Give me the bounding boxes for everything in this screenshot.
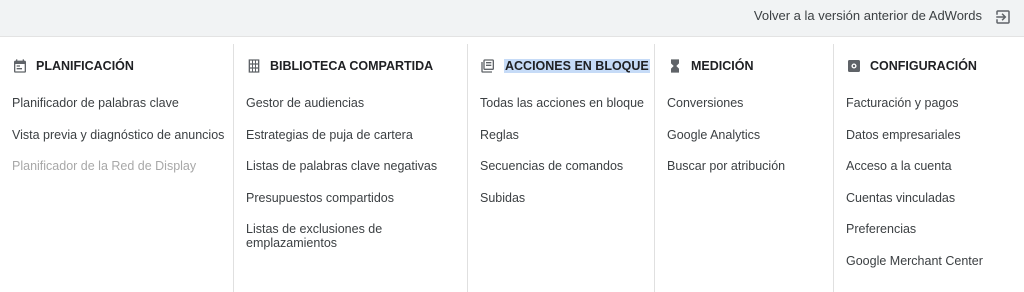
column-title: ACCIONES EN BLOQUE: [504, 59, 650, 73]
column-bulk-actions: ACCIONES EN BLOQUE Todas las acciones en…: [467, 44, 655, 292]
column-items: Todas las acciones en bloque Reglas Secu…: [480, 96, 649, 222]
column-title: MEDICIÓN: [691, 59, 754, 73]
menu-item-bid-strategies[interactable]: Estrategias de puja de cartera: [246, 128, 462, 142]
top-bar: Volver a la versión anterior de AdWords: [0, 0, 1024, 37]
menu-item-preferences[interactable]: Preferencias: [846, 222, 1019, 236]
column-header-settings: CONFIGURACIÓN: [846, 58, 977, 74]
column-title: CONFIGURACIÓN: [870, 59, 977, 73]
column-items: Gestor de audiencias Estrategias de puja…: [246, 96, 462, 268]
menu-item-shared-budgets[interactable]: Presupuestos compartidos: [246, 191, 462, 205]
menu-item-google-analytics[interactable]: Google Analytics: [667, 128, 828, 142]
settings-icon: [848, 60, 860, 72]
menu-item-uploads[interactable]: Subidas: [480, 191, 649, 205]
menu-item-attribution[interactable]: Buscar por atribución: [667, 159, 828, 173]
menu-item-merchant-center[interactable]: Google Merchant Center: [846, 254, 1019, 268]
column-header-shared-library: BIBLIOTECA COMPARTIDA: [246, 58, 433, 74]
menu-item-rules[interactable]: Reglas: [480, 128, 649, 142]
menu-item-linked-accounts[interactable]: Cuentas vinculadas: [846, 191, 1019, 205]
column-settings: CONFIGURACIÓN Facturación y pagos Datos …: [833, 44, 1024, 292]
grid-icon: [248, 59, 260, 73]
column-measurement: MEDICIÓN Conversiones Google Analytics B…: [654, 44, 834, 292]
menu-item-audience-manager[interactable]: Gestor de audiencias: [246, 96, 462, 110]
column-header-planning: PLANIFICACIÓN: [12, 58, 134, 74]
column-items: Facturación y pagos Datos empresariales …: [846, 96, 1019, 285]
menu-item-ad-preview[interactable]: Vista previa y diagnóstico de anuncios: [12, 128, 227, 142]
menu-item-account-access[interactable]: Acceso a la cuenta: [846, 159, 1019, 173]
menu-item-placement-exclusions[interactable]: Listas de exclusiones de emplazamientos: [246, 222, 462, 250]
menu-item-keyword-planner[interactable]: Planificador de palabras clave: [12, 96, 227, 110]
column-planning: PLANIFICACIÓN Planificador de palabras c…: [0, 44, 233, 292]
column-header-measurement: MEDICIÓN: [667, 58, 754, 74]
copy-icon: [481, 59, 494, 73]
menu-item-business-data[interactable]: Datos empresariales: [846, 128, 1019, 142]
tools-menu: PLANIFICACIÓN Planificador de palabras c…: [0, 36, 1024, 292]
hourglass-icon: [671, 59, 679, 73]
exit-to-app-icon[interactable]: [994, 8, 1012, 26]
menu-item-display-planner: Planificador de la Red de Display: [12, 159, 197, 173]
column-title: PLANIFICACIÓN: [36, 59, 134, 73]
menu-item-negative-keywords[interactable]: Listas de palabras clave negativas: [246, 159, 462, 173]
menu-item-all-bulk-actions[interactable]: Todas las acciones en bloque: [480, 96, 649, 110]
menu-item-scripts[interactable]: Secuencias de comandos: [480, 159, 649, 173]
back-to-previous-version-link[interactable]: Volver a la versión anterior de AdWords: [754, 8, 982, 23]
column-shared-library: BIBLIOTECA COMPARTIDA Gestor de audienci…: [233, 44, 468, 292]
column-items: Conversiones Google Analytics Buscar por…: [667, 96, 828, 191]
column-title: BIBLIOTECA COMPARTIDA: [270, 59, 434, 73]
menu-item-conversions[interactable]: Conversiones: [667, 96, 828, 110]
calendar-icon: [14, 59, 26, 73]
menu-item-billing[interactable]: Facturación y pagos: [846, 96, 1019, 110]
column-items: Planificador de palabras clave Vista pre…: [12, 96, 227, 191]
column-header-bulk-actions: ACCIONES EN BLOQUE: [480, 58, 650, 74]
